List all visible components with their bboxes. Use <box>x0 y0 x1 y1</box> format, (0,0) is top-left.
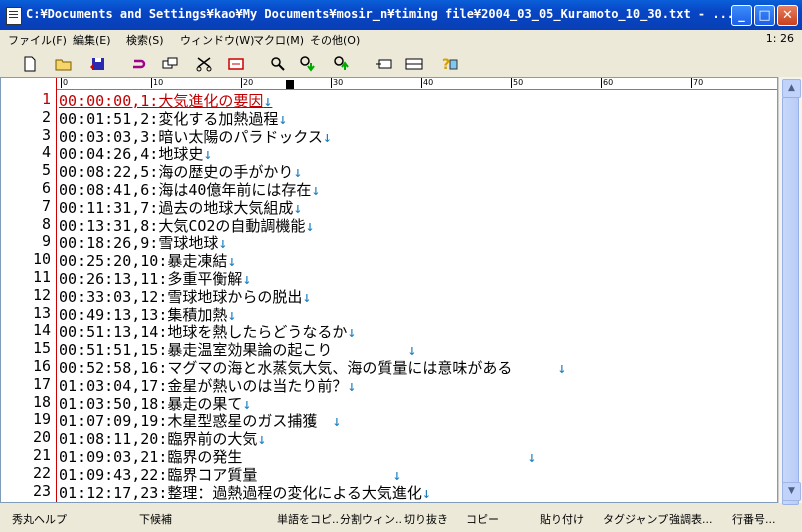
minimize-button[interactable]: _ <box>731 5 752 26</box>
status-bar: 秀丸ヘルプ 下候補 単語をコピ.. 分割ウィン.. 切り抜き コピー 貼り付け … <box>0 506 802 532</box>
menu-file[interactable]: ファイル(F) <box>8 32 67 48</box>
cut-icon[interactable] <box>194 54 214 74</box>
text-editor[interactable]: 0 10 20 30 40 50 60 70 1 00:00:00,1:大気進化の要因↓ 2 00:… <box>0 77 778 503</box>
line-number: 1 <box>41 90 51 108</box>
menu-other[interactable]: その他(O) <box>310 32 360 48</box>
new-file-icon[interactable] <box>20 54 40 74</box>
ruler-tick-label: 0 <box>61 78 69 88</box>
menu-macro[interactable]: マクロ(M) <box>253 32 304 48</box>
ruler-tick-label: 50 <box>511 78 524 88</box>
undo-icon[interactable] <box>128 54 148 74</box>
find-prev-icon[interactable] <box>332 54 352 74</box>
line-number: 10 <box>32 250 51 269</box>
menu-bar: ファイル(F) 編集(E) 検索(S) ウィンドウ(W) マクロ(M) その他(… <box>0 30 802 48</box>
newline-mark: ↓ <box>302 287 312 306</box>
menu-edit[interactable]: 編集(E) <box>73 32 111 48</box>
gutter-separator <box>56 78 57 502</box>
line-number: 21 <box>32 446 51 464</box>
status-help[interactable]: 秀丸ヘルプ <box>12 511 67 527</box>
line-content: 01:13:30,24:暗い太陽 <box>59 501 227 502</box>
line-number: 6 <box>41 179 51 197</box>
line-number: 18 <box>32 392 51 411</box>
ruler-tick-label: 20 <box>241 78 254 88</box>
toolbar: ? <box>0 50 802 78</box>
ruler-tick-label: 30 <box>331 78 344 88</box>
title-bar: C:¥Documents and Settings¥kao¥My Documen… <box>0 0 802 30</box>
newline-mark: ↓ <box>527 448 537 466</box>
newline-mark: ↓ <box>322 127 332 146</box>
ruler-tick-label: 10 <box>151 78 164 88</box>
svg-text:?: ? <box>442 57 450 73</box>
line-number: 5 <box>41 161 51 180</box>
newline-mark: ↓ <box>557 359 567 377</box>
line-number: 17 <box>32 374 51 393</box>
scroll-thumb[interactable] <box>782 97 799 505</box>
line-number: 3 <box>41 125 51 144</box>
line-number: 8 <box>41 214 51 233</box>
menu-search[interactable]: 検索(S) <box>126 32 164 48</box>
status-copy[interactable]: コピー <box>466 511 499 527</box>
copy-window-icon[interactable] <box>160 54 180 74</box>
cursor-position: 1: 26 <box>765 32 794 45</box>
paste-icon[interactable] <box>226 54 246 74</box>
newline-mark: ↓ <box>421 483 431 502</box>
ruler-tick-label: 40 <box>421 78 434 88</box>
app-icon[interactable] <box>6 7 22 25</box>
window-title: C:¥Documents and Settings¥kao¥My Documen… <box>26 7 735 21</box>
save-icon[interactable] <box>88 54 108 74</box>
line-number: 15 <box>32 339 51 358</box>
newline-mark: ↓ <box>347 376 357 395</box>
menu-window[interactable]: ウィンドウ(W) <box>180 32 254 48</box>
scroll-up-button[interactable]: ▲ <box>782 79 801 98</box>
column-ruler: 0 10 20 30 40 50 60 70 <box>57 78 777 90</box>
line-number: 19 <box>32 410 51 429</box>
newline-mark: ↓ <box>332 412 342 431</box>
line-number: 4 <box>41 143 51 162</box>
newline-mark: ↓ <box>305 216 315 235</box>
status-tag-jump[interactable]: タグジャンプ <box>603 511 668 527</box>
newline-mark: ↓ <box>311 181 321 199</box>
status-next-candidate[interactable]: 下候補 <box>139 511 172 527</box>
scroll-down-button[interactable]: ▼ <box>782 482 801 501</box>
line-number: 20 <box>32 428 51 447</box>
line-text[interactable]: 01:13:30,24:暗い太陽 <box>59 499 227 502</box>
split-icon[interactable] <box>404 54 424 74</box>
ruler-tick-label: 60 <box>601 78 614 88</box>
tag-jump-icon[interactable] <box>374 54 394 74</box>
line-number: 7 <box>41 196 51 215</box>
maximize-button[interactable]: □ <box>754 5 775 26</box>
find-next-icon[interactable] <box>298 54 318 74</box>
line-number: 22 <box>32 463 51 482</box>
open-folder-icon[interactable] <box>54 54 74 74</box>
find-icon[interactable] <box>268 54 288 74</box>
close-button[interactable]: ✕ <box>777 5 798 26</box>
line-number: 24 <box>1 499 51 502</box>
line-number: 2 <box>41 107 51 126</box>
line-number: 12 <box>32 285 51 304</box>
line-number: 13 <box>32 303 51 322</box>
status-split-window[interactable]: 分割ウィン.. <box>340 511 402 527</box>
status-highlight[interactable]: 強調表... <box>669 511 713 527</box>
line-number: 9 <box>41 232 51 251</box>
ruler-tick-label: 70 <box>691 78 704 88</box>
status-cut[interactable]: 切り抜き <box>404 511 448 527</box>
line-number: 14 <box>32 321 51 340</box>
line-number: 11 <box>32 268 51 286</box>
status-paste[interactable]: 貼り付け <box>540 511 584 527</box>
ruler-cursor-marker <box>286 80 294 89</box>
status-copy-word[interactable]: 単語をコピ.. <box>277 511 339 527</box>
help-icon[interactable]: ? <box>440 54 460 74</box>
line-number: 23 <box>32 481 51 500</box>
line-number: 16 <box>32 357 51 375</box>
vertical-scrollbar[interactable]: ▲ ▼ <box>778 77 802 505</box>
status-line-number[interactable]: 行番号... <box>732 511 776 527</box>
